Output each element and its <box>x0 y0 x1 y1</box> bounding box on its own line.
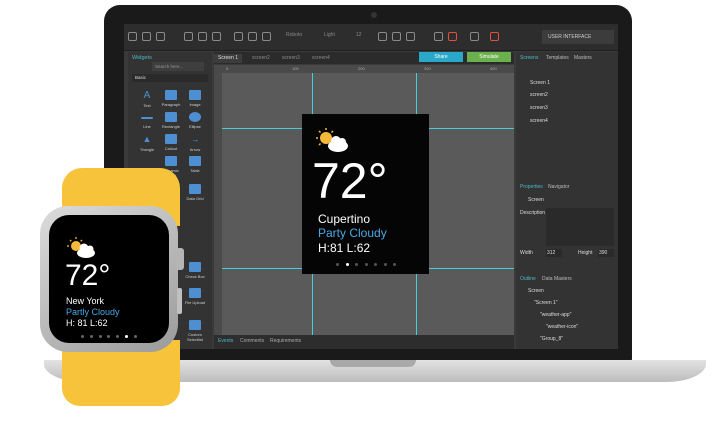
link-icon[interactable] <box>262 32 271 41</box>
watch-condition: Partly Cloudy <box>66 307 120 317</box>
cut-icon[interactable] <box>184 32 193 41</box>
design-temperature: 72° <box>312 153 388 209</box>
save-icon[interactable] <box>156 32 165 41</box>
bottom-tabs: Events Comments Requirements <box>214 335 514 349</box>
ruler-mark: 0 <box>226 66 229 71</box>
widgets-title: Widgets <box>132 55 152 61</box>
digital-crown[interactable] <box>176 248 184 270</box>
widget-paragraph[interactable]: Paragraph <box>160 90 182 107</box>
page-dots <box>336 263 396 267</box>
widget-custom-selectlist[interactable]: Custom Selectlist <box>184 320 206 342</box>
paste-icon[interactable] <box>212 32 221 41</box>
screen-list-item[interactable]: screen4 <box>530 118 548 124</box>
share-button[interactable]: Share <box>419 52 463 62</box>
pointer-icon[interactable] <box>234 32 243 41</box>
widget-arrow[interactable]: → Arrow <box>184 134 206 152</box>
design-hilo: H:81 L:62 <box>318 241 371 255</box>
fill-icon[interactable] <box>470 32 479 41</box>
design-condition: Party Cloudy <box>318 226 387 240</box>
widget-rectangle[interactable]: Rectangle <box>160 112 182 129</box>
side-button[interactable] <box>177 288 182 314</box>
watch-page-dots <box>81 335 137 338</box>
widget-table[interactable]: Table <box>184 156 206 173</box>
watch-screen: 72° New York Partly Cloudy H: 81 L:62 <box>49 215 169 343</box>
camera-icon <box>371 12 377 18</box>
width-input[interactable]: 312 <box>546 249 562 257</box>
widget-search-input[interactable]: Search here... <box>152 62 204 71</box>
outline-root[interactable]: Screen <box>528 288 544 294</box>
widget-ellipse[interactable]: Ellipse <box>184 112 206 129</box>
tab-screens[interactable]: Screens <box>520 55 538 61</box>
height-label: Height <box>578 250 593 256</box>
tab-requirements[interactable]: Requirements <box>270 338 301 344</box>
tab-navigator[interactable]: Navigator <box>548 184 569 190</box>
widget-triangle[interactable]: ▲ Triangle <box>136 134 158 152</box>
category-basic[interactable]: Basic <box>132 74 208 82</box>
undo-icon[interactable] <box>128 32 137 41</box>
italic-icon[interactable] <box>392 32 401 41</box>
description-field[interactable] <box>546 208 614 246</box>
outline-item[interactable]: "weather-app" <box>540 312 571 318</box>
bold-icon[interactable] <box>378 32 387 41</box>
tab-screen2[interactable]: screen2 <box>248 54 274 63</box>
widget-text[interactable]: A Text <box>136 90 158 108</box>
right-panel: Screens Templates Masters Screen 1 scree… <box>516 52 618 349</box>
sun-cloud-icon <box>67 237 95 258</box>
widget-file-upload[interactable]: File Upload <box>184 288 206 305</box>
vertical-ruler <box>214 73 222 335</box>
outline-item[interactable]: "weather-icon" <box>546 324 578 330</box>
widget-check-box[interactable]: Check Box <box>184 262 206 279</box>
tab-screen3[interactable]: screen3 <box>278 54 304 63</box>
watch-hilo: H: 81 L:62 <box>66 318 108 328</box>
tab-data-masters[interactable]: Data Masters <box>542 276 572 282</box>
ruler-mark: 300 <box>424 66 431 71</box>
widget-image[interactable]: Image <box>184 90 206 107</box>
widget-data-grid[interactable]: Data Grid <box>184 184 206 201</box>
screen-list-item[interactable]: Screen 1 <box>530 80 550 86</box>
laptop-notch <box>330 360 416 367</box>
widget-callout[interactable]: Callout <box>160 134 182 151</box>
ruler-mark: 100 <box>292 66 299 71</box>
tab-screen4[interactable]: screen4 <box>308 54 334 63</box>
tab-outline[interactable]: Outline <box>520 276 536 282</box>
screen-list-item[interactable]: screen2 <box>530 92 548 98</box>
properties-screen-label: Screen <box>528 197 544 203</box>
sun-cloud-icon <box>316 128 348 152</box>
brush-icon[interactable] <box>248 32 257 41</box>
width-label: Width <box>520 250 533 256</box>
simulate-button[interactable]: Simulate <box>467 52 511 62</box>
widget-line[interactable]: Line <box>136 112 158 129</box>
font-select[interactable]: Roboto <box>286 32 302 38</box>
color-icon[interactable] <box>448 32 457 41</box>
weight-select[interactable]: Light <box>324 32 335 38</box>
screen-list-item[interactable]: screen3 <box>530 105 548 111</box>
copy-icon[interactable] <box>198 32 207 41</box>
top-toolbar: Roboto Light 12 USER INTERFACE <box>124 24 618 51</box>
laptop-screen: Roboto Light 12 USER INTERFACE Widgets S… <box>124 24 618 349</box>
ruler-mark: 400 <box>490 66 497 71</box>
ruler-mark: 200 <box>358 66 365 71</box>
view-mode-select[interactable]: USER INTERFACE <box>542 30 614 44</box>
tab-properties[interactable]: Properties <box>520 184 543 190</box>
outline-item[interactable]: "Group_8" <box>540 336 563 342</box>
tab-comments[interactable]: Comments <box>240 338 264 344</box>
tab-events[interactable]: Events <box>218 338 233 344</box>
stroke-icon[interactable] <box>490 32 499 41</box>
tab-masters[interactable]: Masters <box>574 55 592 61</box>
tab-templates[interactable]: Templates <box>546 55 569 61</box>
watch-city: New York <box>66 296 105 306</box>
tab-screen-1[interactable]: Screen 1 <box>214 54 243 63</box>
watch-temperature: 72° <box>65 259 111 292</box>
size-select[interactable]: 12 <box>356 32 362 38</box>
design-watch-face[interactable]: 72° Cupertino Party Cloudy H:81 L:62 <box>302 114 429 274</box>
description-label: Description <box>520 210 546 216</box>
redo-icon[interactable] <box>142 32 151 41</box>
design-city: Cupertino <box>318 212 371 226</box>
underline-icon[interactable] <box>406 32 415 41</box>
outline-item[interactable]: "Screen 1" <box>534 300 558 306</box>
horizontal-ruler: 0 100 200 300 400 <box>214 65 514 73</box>
align-icon[interactable] <box>434 32 443 41</box>
height-input[interactable]: 390 <box>598 249 614 257</box>
